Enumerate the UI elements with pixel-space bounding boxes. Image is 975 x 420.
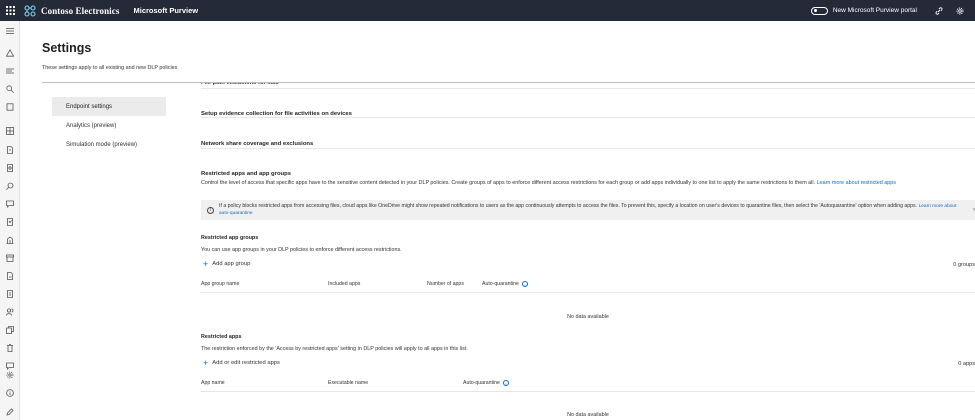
- restricted-apps-heading: Restricted apps and app groups: [201, 171, 292, 177]
- network-share-heading: Network share coverage and exclusions: [201, 141, 314, 147]
- info-icon: i: [207, 206, 214, 214]
- top-bar: Contoso Electronics Microsoft Purview Ne…: [0, 0, 975, 21]
- column-header-app-name[interactable]: App name: [201, 380, 225, 386]
- column-header-included-apps[interactable]: Included apps: [328, 281, 360, 287]
- reports-icon[interactable]: [5, 102, 15, 112]
- subnav-item-analytics[interactable]: Analytics (preview): [52, 116, 166, 135]
- building-icon[interactable]: [5, 235, 15, 245]
- info-icon[interactable]: [5, 388, 15, 398]
- records-icon[interactable]: [5, 217, 15, 227]
- gear-icon[interactable]: [954, 5, 966, 17]
- files-icon[interactable]: [5, 325, 15, 335]
- policies-icon[interactable]: [5, 66, 15, 76]
- alert-icon[interactable]: [5, 48, 15, 58]
- page-subtitle: These settings apply to all existing and…: [42, 65, 178, 71]
- add-app-group-button[interactable]: + Add app group: [203, 259, 250, 269]
- compliance-doc-icon[interactable]: [5, 271, 15, 281]
- link-icon[interactable]: [933, 5, 945, 17]
- subnav-item-endpoint-settings[interactable]: Endpoint settings: [52, 97, 166, 116]
- restricted-apps-empty-state: No data available: [567, 412, 609, 418]
- divider: [42, 82, 975, 83]
- info-icon[interactable]: i: [502, 380, 509, 386]
- restricted-app-groups-description: You can use app groups in your DLP polic…: [201, 247, 402, 253]
- evidence-collection-heading: Setup evidence collection for file activ…: [201, 111, 352, 117]
- restricted-app-groups-heading: Restricted app groups: [201, 235, 259, 241]
- quarantine-info-banner: i If a policy blocks restricted apps fro…: [201, 200, 975, 220]
- column-header-executable-name[interactable]: Executable name: [328, 380, 368, 386]
- add-edit-restricted-apps-button[interactable]: + Add or edit restricted apps: [203, 358, 280, 368]
- new-portal-toggle-label: New Microsoft Purview portal: [832, 7, 917, 14]
- classifier-icon[interactable]: [5, 163, 15, 173]
- app-groups-count: 0 groups: [953, 262, 975, 268]
- subnav-item-simulation-mode[interactable]: Simulation mode (preview): [52, 135, 166, 154]
- users-icon[interactable]: [5, 307, 15, 317]
- restricted-apps-description: Control the level of access that specifi…: [201, 180, 896, 186]
- plus-icon: +: [203, 358, 209, 368]
- info-banner-text: If a policy blocks restricted apps from …: [219, 203, 957, 216]
- restricted-apps-list-description: The restriction enforced by the 'Access …: [201, 346, 468, 352]
- grid-icon[interactable]: [5, 126, 15, 136]
- column-header-auto-quarantine[interactable]: Auto-quarantine i: [482, 281, 528, 287]
- restricted-apps-count: 0 apps: [958, 361, 975, 367]
- left-navigation-rail: [0, 21, 20, 420]
- hamburger-menu-icon[interactable]: [5, 26, 15, 36]
- trash-icon[interactable]: [5, 343, 15, 353]
- restricted-apps-subheading: Restricted apps: [201, 334, 242, 340]
- settings-icon[interactable]: [5, 370, 15, 380]
- brand[interactable]: Contoso Electronics: [24, 4, 120, 17]
- column-header-auto-quarantine[interactable]: Auto-quarantine i: [463, 380, 509, 386]
- plus-icon: +: [203, 259, 209, 269]
- settings-subnav: Endpoint settings Analytics (preview) Si…: [52, 97, 166, 154]
- document-icon[interactable]: [5, 145, 15, 155]
- product-name[interactable]: Microsoft Purview: [133, 6, 198, 15]
- learn-more-restricted-apps-link[interactable]: Learn more about restricted apps: [817, 180, 896, 186]
- column-header-app-group-name[interactable]: App group name: [201, 281, 239, 287]
- chat-icon[interactable]: [5, 199, 15, 209]
- page-title: Settings: [42, 41, 92, 55]
- app-groups-table-header: App group name Included apps Number of a…: [201, 281, 975, 293]
- brand-name: Contoso Electronics: [41, 5, 120, 16]
- evidence-collection-section[interactable]: Setup evidence collection for file activ…: [201, 88, 975, 118]
- new-portal-toggle[interactable]: [810, 6, 828, 15]
- explorer-icon[interactable]: [5, 181, 15, 191]
- archive-icon[interactable]: [5, 253, 15, 263]
- contoso-logo-icon: [24, 4, 36, 17]
- restricted-apps-table-header: App name Executable name Auto-quarantine…: [201, 380, 975, 392]
- app-launcher-icon[interactable]: [0, 0, 20, 21]
- info-icon[interactable]: i: [521, 281, 528, 287]
- edit-icon[interactable]: [5, 407, 15, 417]
- column-header-number-of-apps[interactable]: Number of apps: [427, 281, 464, 287]
- network-share-section[interactable]: Network share coverage and exclusions: [201, 118, 975, 149]
- search-content-icon[interactable]: [5, 84, 15, 94]
- audit-icon[interactable]: [5, 289, 15, 299]
- app-groups-empty-state: No data available: [567, 314, 609, 320]
